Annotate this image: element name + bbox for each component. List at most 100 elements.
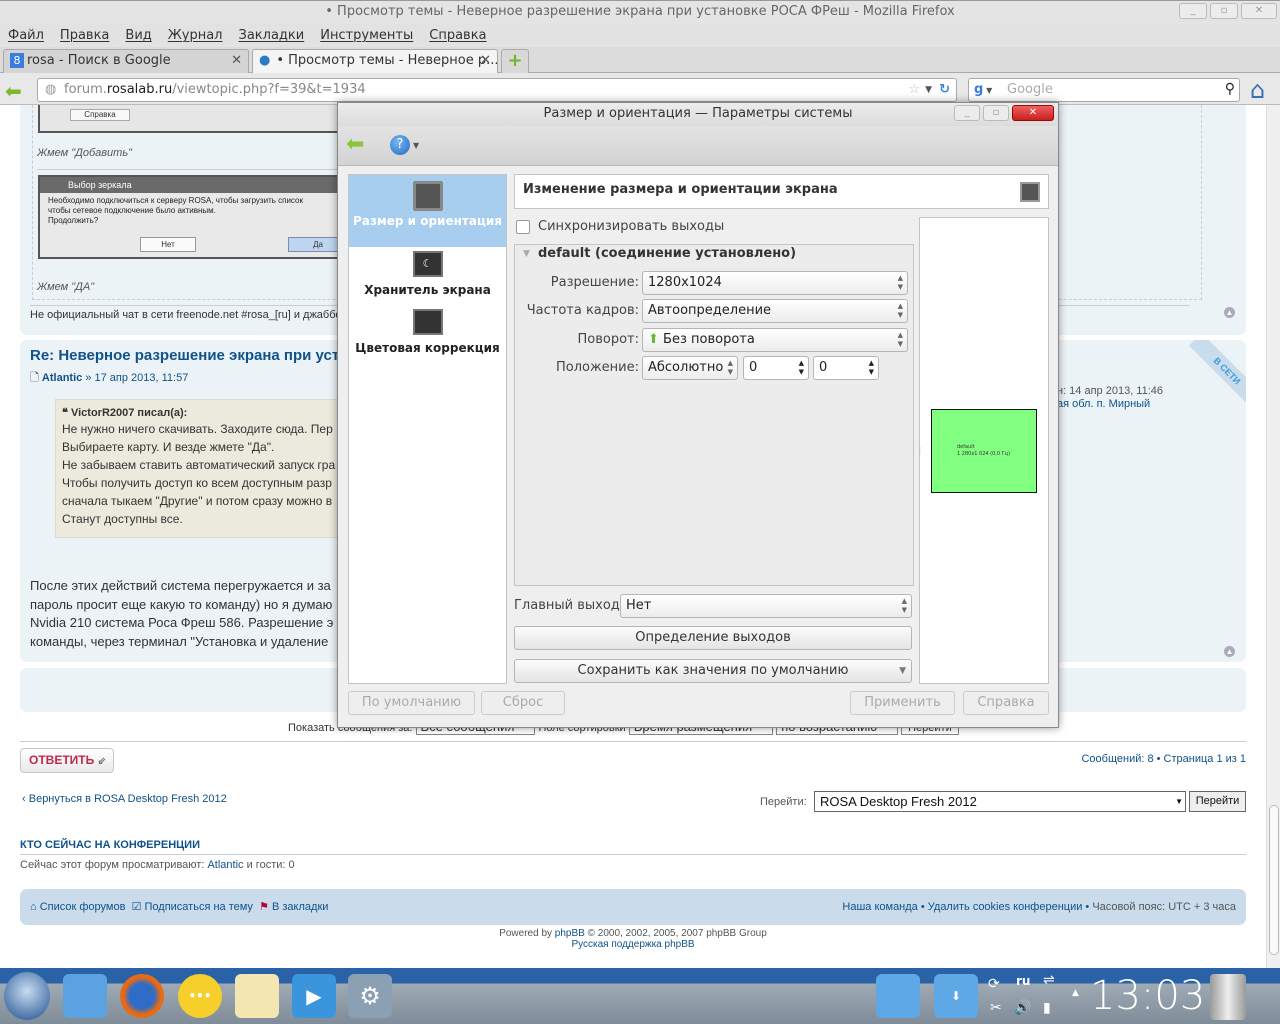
tab-google[interactable]: 8 rosa - Поиск в Google ✕	[3, 49, 249, 73]
apply-button[interactable]: Применить	[850, 691, 955, 715]
post-author[interactable]: Atlantic	[42, 372, 82, 384]
file-manager-icon[interactable]	[63, 974, 107, 1018]
network-icon[interactable]: ⇌	[1043, 972, 1055, 988]
monitor-icon	[1020, 182, 1040, 202]
volume-icon[interactable]: 🔊	[1014, 1000, 1031, 1016]
google-icon: 8	[10, 53, 24, 68]
chat-icon[interactable]: •••	[178, 974, 222, 1018]
back-arrow-icon[interactable]: ⬅	[346, 133, 364, 157]
position-y-value: 0	[819, 360, 828, 375]
spin-arrows-icon[interactable]: ▲ ▼	[869, 359, 874, 377]
close-tab-icon[interactable]: ✕	[480, 50, 491, 72]
tray-expand-icon[interactable]: ▲	[1072, 988, 1079, 998]
update-icon[interactable]: ⟳	[988, 976, 1000, 992]
star-icon[interactable]: ☆	[908, 79, 920, 101]
ru-support-link[interactable]: Русская поддержка phpBB	[0, 939, 1266, 950]
detect-outputs-button[interactable]: Определение выходов	[514, 626, 912, 650]
dropdown-icon[interactable]: ▼	[925, 79, 932, 101]
dialog-maximize-button[interactable]: ▫	[983, 105, 1009, 121]
position-select[interactable]: Абсолютно ▲ ▼	[642, 356, 738, 380]
page-scrollbar[interactable]	[1266, 105, 1280, 968]
subscribe-link[interactable]: Подписаться на тему	[145, 901, 253, 913]
back-to-top-icon[interactable]: ▲	[1224, 307, 1235, 318]
menu-tools[interactable]: Инструменты	[312, 24, 421, 47]
up-arrow-icon: ⬆	[648, 332, 659, 347]
url-bar[interactable]: ◍ forum.rosalab.ru/viewtopic.php?f=39&t=1…	[37, 78, 957, 102]
dropdown-icon[interactable]: ▼	[413, 141, 419, 150]
jump-select[interactable]: ROSA Desktop Fresh 2012 ▼	[814, 791, 1186, 812]
phpbb-link[interactable]: phpBB	[555, 928, 585, 939]
reload-icon[interactable]: ↻	[939, 79, 950, 101]
help-icon[interactable]: ?	[390, 135, 410, 155]
mail-icon[interactable]	[235, 974, 279, 1018]
search-placeholder: Google	[1007, 82, 1053, 97]
menu-view[interactable]: Вид	[117, 24, 159, 47]
downloads-folder-icon[interactable]: ⬇	[934, 974, 978, 1018]
dialog-close-button[interactable]: ✕	[1012, 105, 1054, 121]
close-button[interactable]: ✕	[1241, 3, 1277, 19]
cookies-link[interactable]: Удалить cookies конференции	[928, 901, 1083, 913]
dialog-minimize-button[interactable]: _	[954, 105, 980, 121]
refresh-select[interactable]: Автоопределение ▲ ▼	[642, 299, 908, 323]
primary-output-select[interactable]: Нет ▲ ▼	[620, 594, 912, 618]
new-tab-button[interactable]: +	[501, 49, 529, 73]
defaults-button[interactable]: По умолчанию	[348, 691, 475, 715]
caption-yes: Жмем "ДА"	[37, 281, 95, 293]
rotation-select[interactable]: ⬆ Без поворота ▲ ▼	[642, 328, 908, 352]
documents-folder-icon[interactable]	[876, 974, 920, 1018]
image-no-button: Нет	[140, 237, 196, 252]
back-to-top-icon[interactable]: ▲	[1224, 646, 1235, 657]
minimize-button[interactable]: _	[1179, 3, 1207, 19]
refresh-value: Автоопределение	[648, 303, 772, 318]
collapse-triangle-icon[interactable]: ▼	[523, 249, 530, 259]
module-size-orientation[interactable]: Размер и ориентация	[349, 175, 506, 247]
firefox-icon[interactable]	[120, 974, 164, 1018]
output-preview-screen[interactable]: default 1 280x1 024 (0,0 Гц)	[931, 409, 1037, 493]
spin-arrows-icon[interactable]: ▲ ▼	[799, 359, 804, 377]
close-tab-icon[interactable]: ✕	[231, 50, 242, 72]
team-link[interactable]: Наша команда	[842, 901, 917, 913]
media-player-icon[interactable]: ▶	[292, 974, 336, 1018]
keyboard-layout[interactable]: ru	[1016, 974, 1030, 988]
launcher-icon[interactable]	[4, 972, 50, 1020]
system-settings-icon[interactable]: ⚙	[348, 974, 392, 1018]
reply-button[interactable]: ОТВЕТИТЬ ⇙	[20, 748, 114, 773]
menu-edit[interactable]: Правка	[52, 24, 117, 47]
search-input[interactable]: g ▼ Google ⚲	[968, 78, 1240, 102]
jump-label: Перейти:	[760, 796, 807, 808]
menu-file[interactable]: Файл	[0, 24, 52, 47]
jump-go-button[interactable]: Перейти	[1189, 791, 1246, 812]
online-user[interactable]: Atlantic	[207, 859, 243, 871]
caption-add: Жмем "Добавить"	[37, 147, 133, 159]
module-screensaver[interactable]: ☾ Хранитель экрана	[349, 251, 506, 301]
bookmark-link[interactable]: В закладки	[272, 901, 328, 913]
module-color-correction[interactable]: Цветовая коррекция	[349, 309, 506, 375]
dialog-title: Размер и ориентация — Параметры системы	[543, 106, 853, 121]
splitter-handle[interactable]: ⋮	[916, 446, 924, 455]
trash-icon[interactable]	[1210, 974, 1246, 1020]
resolution-select[interactable]: 1280x1024 ▲ ▼	[642, 271, 908, 295]
clock[interactable]: 13:03	[1090, 972, 1205, 1020]
back-arrow-icon[interactable]: ⬅	[5, 79, 22, 103]
help-button[interactable]: Справка	[963, 691, 1049, 715]
position-x-spinbox[interactable]: 0 ▲ ▼	[743, 356, 809, 380]
menu-help[interactable]: Справка	[421, 24, 494, 47]
menu-bookmarks[interactable]: Закладки	[231, 24, 313, 47]
post-title[interactable]: Re: Неверное разрешение экрана при уста	[30, 347, 348, 364]
sync-outputs-checkbox[interactable]	[516, 220, 530, 234]
clipboard-icon[interactable]: ✂	[990, 1000, 1002, 1016]
maximize-button[interactable]: ▫	[1210, 3, 1238, 19]
scrollbar-thumb[interactable]	[1269, 805, 1279, 955]
tab-forum[interactable]: ● • Просмотр темы - Неверное р... ✕	[252, 49, 498, 73]
search-icon[interactable]: ⚲	[1225, 78, 1235, 100]
reset-button[interactable]: Сброс	[481, 691, 565, 715]
home-icon[interactable]: ⌂	[1250, 76, 1265, 104]
profile-joined: н: 14 апр 2013, 11:46	[1057, 385, 1164, 397]
url-path: /viewtopic.php?f=39&t=1934	[172, 82, 366, 97]
forums-link[interactable]: Список форумов	[40, 901, 126, 913]
back-link[interactable]: ‹ Вернуться в ROSA Desktop Fresh 2012	[22, 793, 227, 805]
battery-icon[interactable]: ▮	[1043, 1000, 1051, 1016]
menu-history[interactable]: Журнал	[160, 24, 231, 47]
save-default-button[interactable]: Сохранить как значения по умолчанию ▼	[514, 659, 912, 683]
position-y-spinbox[interactable]: 0 ▲ ▼	[813, 356, 879, 380]
